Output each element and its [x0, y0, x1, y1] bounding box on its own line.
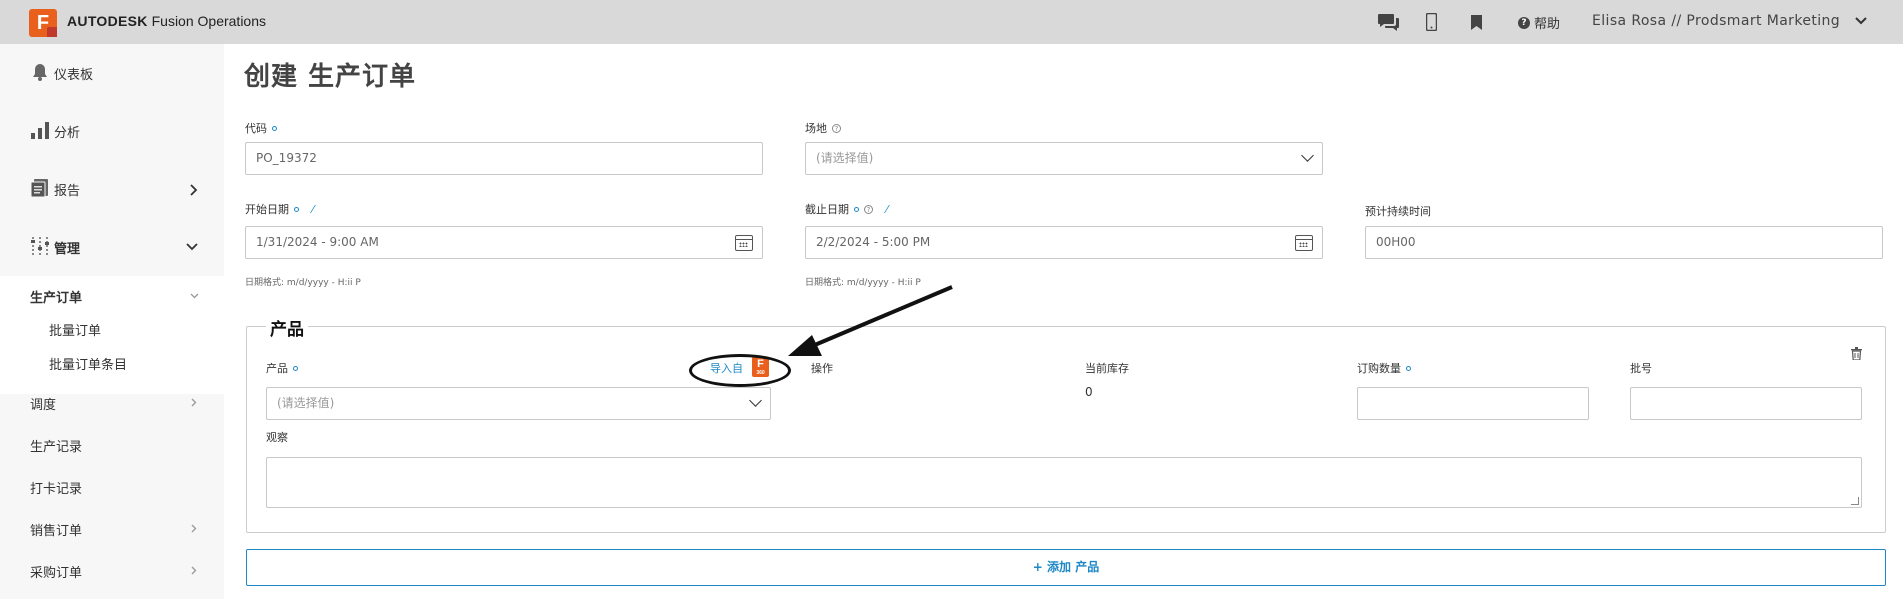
annotation-arrow	[788, 285, 953, 356]
